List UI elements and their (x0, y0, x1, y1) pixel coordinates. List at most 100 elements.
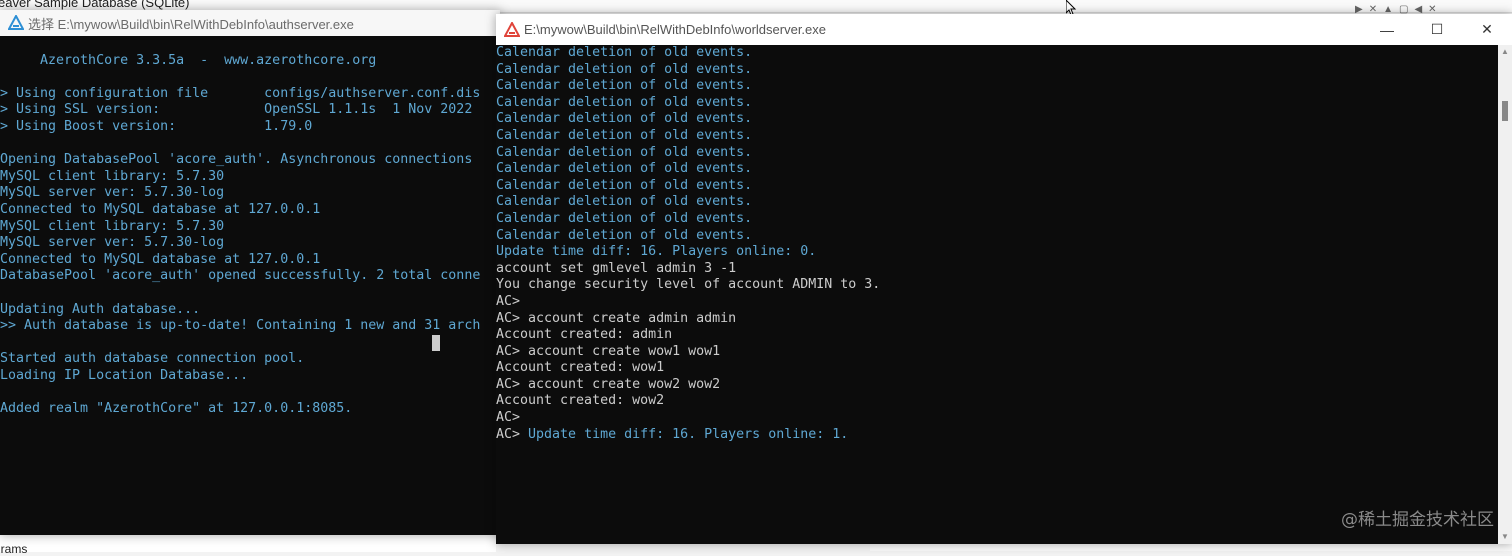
console-line-text: > Using Boost version: 1.79.0 (0, 118, 313, 134)
maximize-icon: ☐ (1430, 21, 1444, 37)
console-line-text: MySQL server ver: 5.7.30-log (0, 185, 225, 201)
console-line-text: AC> account create wow2 wow2 (496, 376, 721, 392)
console-line: Calendar deletion of old events. (496, 194, 1498, 211)
console-line: MySQL server ver: 5.7.30-log (0, 235, 500, 252)
authserver-window[interactable]: 选择 E:\mywow\Build\bin\RelWithDebInfo\aut… (0, 10, 500, 535)
console-line-text: Connected to MySQL database at 127.0.0.1 (0, 251, 321, 267)
console-line-text: Calendar deletion of old events. (496, 127, 753, 143)
console-line-text: Updating Auth database... (0, 301, 201, 317)
console-line: >> Auth database is up-to-date! Containi… (0, 318, 500, 335)
console-line: Started auth database connection pool. (0, 351, 500, 368)
console-prompt: AC> (496, 426, 529, 442)
console-line: DatabasePool 'acore_auth' opened success… (0, 268, 500, 285)
console-line: Account created: wow1 (496, 360, 1498, 377)
console-line-text: Connected to MySQL database at 127.0.0.1 (0, 201, 321, 217)
console-line: Calendar deletion of old events. (496, 62, 1498, 79)
console-line-text: AC> account create wow1 wow1 (496, 343, 721, 359)
authserver-title: 选择 E:\mywow\Build\bin\RelWithDebInfo\aut… (28, 16, 354, 32)
console-line: AC> (496, 410, 1498, 427)
close-icon: ✕ (1481, 21, 1493, 37)
console-line-text: DatabasePool 'acore_auth' opened success… (0, 268, 481, 284)
console-line: Calendar deletion of old events. (496, 211, 1498, 228)
close-small-icon[interactable]: ✕ (1369, 4, 1377, 15)
console-line-text: MySQL client library: 5.7.30 (0, 218, 225, 234)
background-bottom-fragment: grams (0, 542, 28, 556)
console-line: Loading IP Location Database... (0, 368, 500, 385)
minimize-button[interactable]: — (1362, 14, 1412, 45)
maximize-button[interactable]: ☐ (1412, 14, 1462, 45)
console-line-text: Loading IP Location Database... (0, 367, 249, 383)
minimize-icon: — (1380, 21, 1394, 38)
console-line: AC> account create wow1 wow1 (496, 344, 1498, 361)
console-line: Added realm "AzerothCore" at 127.0.0.1:8… (0, 401, 500, 418)
console-line-text: Calendar deletion of old events. (496, 161, 753, 177)
authserver-titlebar[interactable]: 选择 E:\mywow\Build\bin\RelWithDebInfo\aut… (0, 10, 500, 36)
console-line-text: AzerothCore 3.3.5a - www.azerothcore.org (0, 52, 377, 68)
console-line-text: Calendar deletion of old events. (496, 194, 753, 210)
console-line-text: MySQL server ver: 5.7.30-log (0, 235, 225, 251)
console-line: Calendar deletion of old events. (496, 95, 1498, 112)
worldserver-console-output[interactable]: Calendar deletion of old events. Calendar… (496, 45, 1498, 544)
console-line: Opening DatabasePool 'acore_auth'. Async… (0, 152, 500, 169)
console-line-text: MySQL client library: 5.7.30 (0, 168, 225, 184)
console-line-text: Account created: wow2 (496, 393, 665, 409)
console-line: AC> account create admin admin (496, 311, 1498, 328)
arrow-up-icon[interactable]: ▲ (1383, 4, 1393, 15)
console-line (0, 334, 500, 352)
console-line: account set gmlevel admin 3 -1 (496, 261, 1498, 278)
worldserver-titlebar[interactable]: E:\mywow\Build\bin\RelWithDebInfo\worlds… (496, 14, 1512, 45)
close-button[interactable]: ✕ (1462, 14, 1512, 45)
console-line: AC> Update time diff: 16. Players online… (496, 427, 1498, 444)
scroll-down-icon[interactable]: ▼ (1501, 533, 1509, 541)
worldserver-window[interactable]: E:\mywow\Build\bin\RelWithDebInfo\worlds… (496, 14, 1512, 544)
console-line-text: Calendar deletion of old events. (496, 94, 753, 110)
console-line: MySQL client library: 5.7.30 (0, 169, 500, 186)
console-line-text: Added realm "AzerothCore" at 127.0.0.1:8… (0, 401, 353, 417)
worldserver-title: E:\mywow\Build\bin\RelWithDebInfo\worlds… (524, 22, 827, 37)
background-panel (0, 534, 496, 552)
background-title-fragment: eaver Sample Database (SQLite) (0, 0, 190, 10)
console-line: AC> (496, 294, 1498, 311)
console-line-text: You change security level of account ADM… (496, 277, 881, 293)
console-line: > Using SSL version: OpenSSL 1.1.1s 1 No… (0, 102, 500, 119)
authserver-console-output[interactable]: AzerothCore 3.3.5a - www.azerothcore.org… (0, 36, 500, 535)
console-line-text: Account created: wow1 (496, 360, 665, 376)
console-line-text: Calendar deletion of old events. (496, 111, 753, 127)
console-line-text: AC> account create admin admin (496, 310, 737, 326)
console-line: Calendar deletion of old events. (496, 145, 1498, 162)
scrollbar-thumb[interactable] (1502, 101, 1508, 121)
console-line: Connected to MySQL database at 127.0.0.1 (0, 202, 500, 219)
console-line: Calendar deletion of old events. (496, 78, 1498, 95)
console-line-text: AC> (496, 410, 521, 426)
background-panel-right (870, 543, 1512, 551)
console-line-text: > Using SSL version: OpenSSL 1.1.1s 1 No… (0, 102, 473, 118)
console-line: > Using Boost version: 1.79.0 (0, 119, 500, 136)
console-line: AC> account create wow2 wow2 (496, 377, 1498, 394)
vertical-scrollbar[interactable]: ▲ ▼ (1498, 45, 1512, 544)
azerothcore-app-icon (504, 21, 520, 37)
console-line-text: AC> (496, 293, 521, 309)
close-small-icon-2[interactable]: ✕ (1428, 4, 1436, 15)
console-line-text: Calendar deletion of old events. (496, 45, 753, 60)
console-line-text: Account created: admin (496, 327, 673, 343)
scroll-up-icon[interactable]: ▲ (1501, 48, 1509, 56)
console-line: Calendar deletion of old events. (496, 111, 1498, 128)
console-line: Update time diff: 16. Players online: 0. (496, 244, 1498, 261)
console-line-text: Update time diff: 16. Players online: 1. (528, 426, 849, 442)
console-line: Calendar deletion of old events. (496, 178, 1498, 195)
console-line-text: Calendar deletion of old events. (496, 227, 753, 243)
window-icon[interactable]: ▢ (1399, 4, 1408, 15)
console-line: Calendar deletion of old events. (496, 45, 1498, 62)
console-line: > Using configuration file configs/auths… (0, 86, 500, 103)
watermark-text: @稀土掘金技术社区 (1341, 510, 1494, 530)
console-line-text: Calendar deletion of old events. (496, 144, 753, 160)
console-line: Account created: wow2 (496, 393, 1498, 410)
console-line-text: Calendar deletion of old events. (496, 78, 753, 94)
arrow-left-icon[interactable]: ◀ (1414, 4, 1422, 15)
console-line: MySQL server ver: 5.7.30-log (0, 185, 500, 202)
chevron-right-icon[interactable]: ▶ (1355, 4, 1363, 15)
console-line-text: Opening DatabasePool 'acore_auth'. Async… (0, 152, 473, 168)
